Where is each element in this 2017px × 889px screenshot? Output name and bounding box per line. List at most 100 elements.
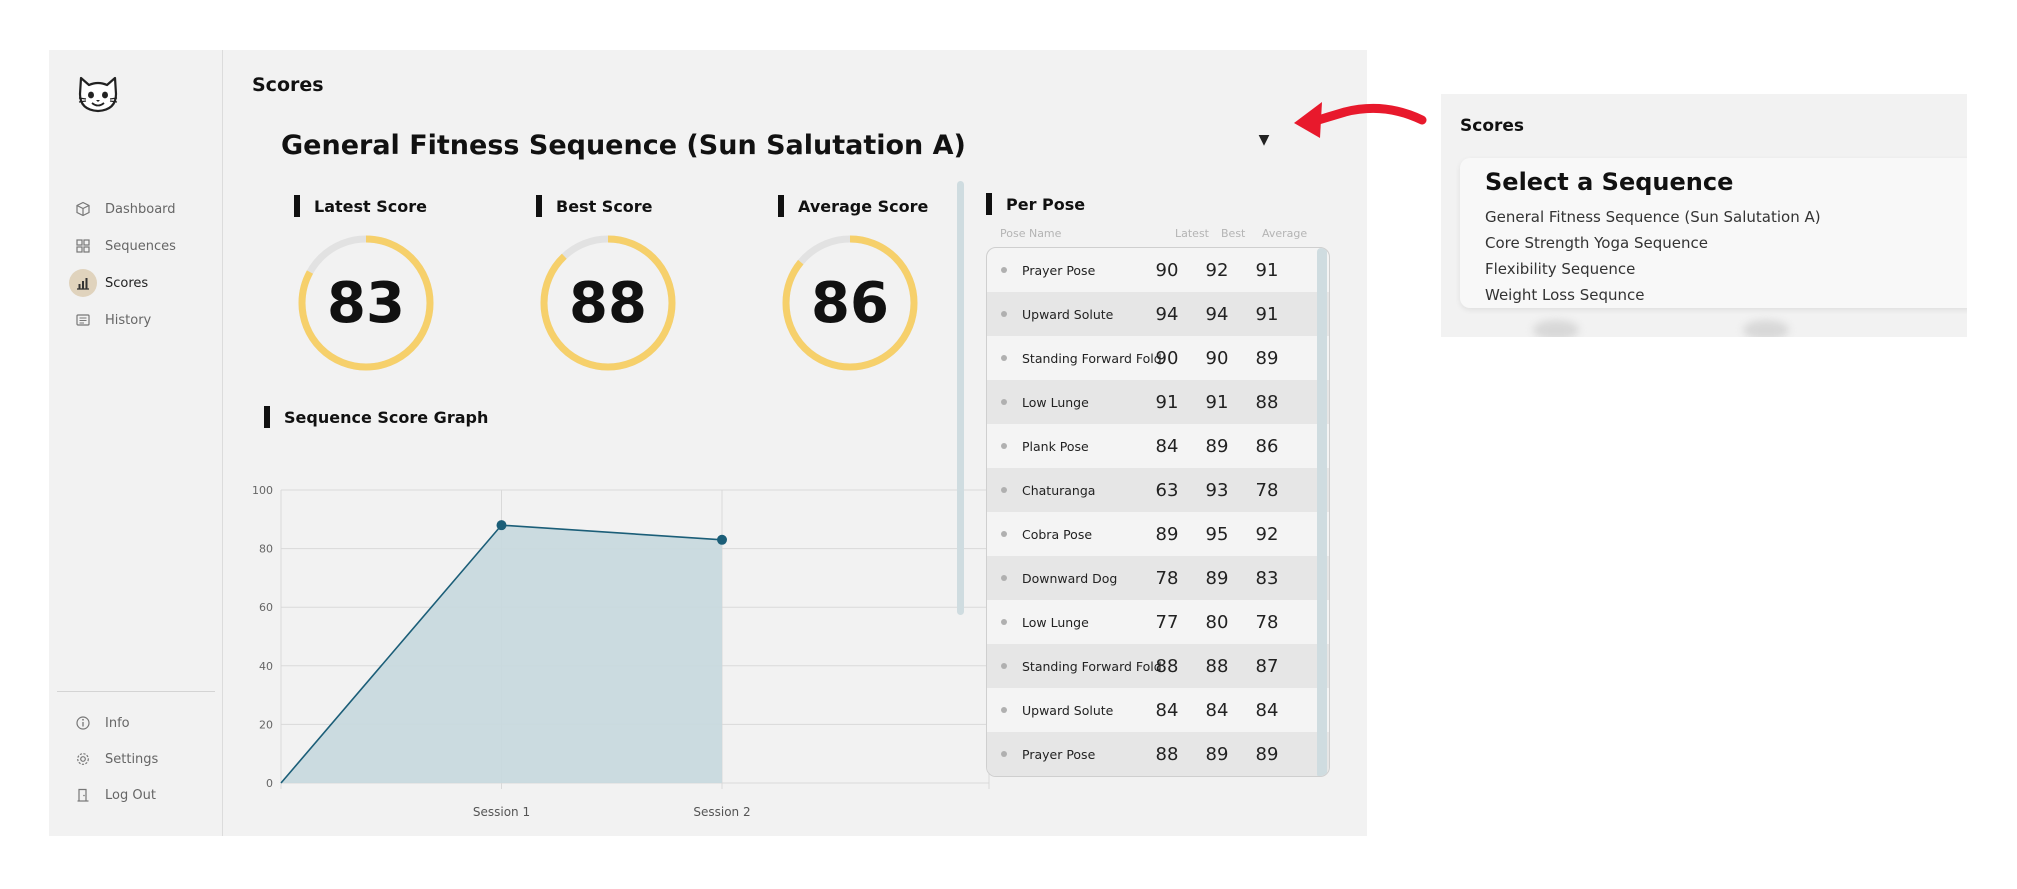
caret-down-icon: ▼: [1258, 132, 1270, 148]
heading-bar: [778, 195, 784, 217]
table-row[interactable]: Standing Forward Fold 88 88 87: [987, 644, 1329, 688]
sequence-dropdown-toggle[interactable]: ▼: [1249, 125, 1279, 155]
heading-bar: [294, 195, 300, 217]
grid-icon: [69, 232, 97, 260]
y-tick-label: 20: [259, 718, 273, 731]
table-row[interactable]: Upward Solute 94 94 91: [987, 292, 1329, 336]
best-score-label: Best Score: [556, 196, 653, 216]
pose-latest-score: 88: [1155, 655, 1179, 677]
bullet-dot-icon: [1001, 267, 1007, 273]
sequence-option[interactable]: Flexibility Sequence: [1485, 260, 1635, 278]
y-tick-label: 100: [252, 484, 273, 497]
bullet-dot-icon: [1001, 619, 1007, 625]
pose-best-score: 84: [1205, 699, 1229, 721]
pose-average-score: 89: [1255, 743, 1279, 765]
pose-name: Standing Forward Fold: [1022, 350, 1162, 366]
sequence-option[interactable]: Weight Loss Sequnce: [1485, 286, 1644, 304]
select-sequence-title: Select a Sequence: [1485, 168, 1734, 196]
table-row[interactable]: Low Lunge 77 80 78: [987, 600, 1329, 644]
app-window: Dashboard Sequences Scores History Info …: [49, 50, 1367, 836]
bullet-dot-icon: [1001, 399, 1007, 405]
sidebar-item-dashboard[interactable]: Dashboard: [69, 195, 219, 223]
pose-best-score: 92: [1205, 259, 1229, 281]
col-header-pose-name: Pose Name: [1000, 227, 1062, 240]
table-row[interactable]: Low Lunge 91 91 88: [987, 380, 1329, 424]
sidebar-item-label: Info: [105, 715, 130, 731]
pose-name: Low Lunge: [1022, 394, 1089, 410]
best-score-heading: Best Score: [536, 195, 653, 217]
pose-best-score: 90: [1205, 347, 1229, 369]
pose-average-score: 83: [1255, 567, 1279, 589]
sidebar: Dashboard Sequences Scores History Info …: [49, 50, 223, 836]
list-icon: [69, 306, 97, 334]
table-row[interactable]: Prayer Pose 90 92 91: [987, 248, 1329, 292]
sidebar-item-logout[interactable]: Log Out: [69, 781, 219, 809]
heading-bar: [264, 406, 270, 428]
table-row[interactable]: Standing Forward Fold 90 90 89: [987, 336, 1329, 380]
table-row[interactable]: Downward Dog 78 89 83: [987, 556, 1329, 600]
table-row[interactable]: Upward Solute 84 84 84: [987, 688, 1329, 732]
cat-logo-icon[interactable]: [75, 70, 121, 116]
table-row[interactable]: Cobra Pose 89 95 92: [987, 512, 1329, 556]
sidebar-item-label: Dashboard: [105, 201, 176, 217]
pose-best-score: 91: [1205, 391, 1229, 413]
table-row[interactable]: Prayer Pose 88 89 89: [987, 732, 1329, 776]
pose-name: Downward Dog: [1022, 570, 1118, 586]
y-tick-label: 0: [266, 777, 273, 790]
pose-name: Cobra Pose: [1022, 526, 1093, 542]
y-tick-label: 80: [259, 543, 273, 556]
pose-latest-score: 63: [1155, 479, 1179, 501]
sidebar-item-info[interactable]: Info: [69, 709, 219, 737]
pose-name: Plank Pose: [1022, 438, 1089, 454]
sequence-option[interactable]: General Fitness Sequence (Sun Salutation…: [1485, 208, 1821, 226]
pose-name: Low Lunge: [1022, 614, 1089, 630]
table-row[interactable]: Chaturanga 63 93 78: [987, 468, 1329, 512]
table-row[interactable]: Plank Pose 84 89 86: [987, 424, 1329, 468]
bullet-dot-icon: [1001, 707, 1007, 713]
pose-latest-score: 90: [1155, 347, 1179, 369]
col-header-latest: Latest: [1175, 227, 1209, 240]
pose-best-score: 95: [1205, 523, 1229, 545]
sequence-score-chart: 0 20 40 60 80 100 Session 1 Session 2: [252, 484, 990, 819]
pose-name: Chaturanga: [1022, 482, 1096, 498]
pose-best-score: 88: [1205, 655, 1229, 677]
data-point: [717, 534, 727, 545]
sidebar-item-scores[interactable]: Scores: [69, 269, 219, 297]
sequence-select-dropdown: Select a Sequence General Fitness Sequen…: [1460, 158, 1967, 308]
bullet-dot-icon: [1001, 663, 1007, 669]
per-pose-scrollbar[interactable]: [1317, 248, 1327, 776]
latest-score-heading: Latest Score: [294, 195, 427, 217]
area-fill: [281, 525, 722, 783]
pose-best-score: 94: [1205, 303, 1229, 325]
bullet-dot-icon: [1001, 355, 1007, 361]
average-score-value: 86: [811, 270, 889, 336]
pose-latest-score: 84: [1155, 699, 1179, 721]
pose-best-score: 89: [1205, 743, 1229, 765]
pose-average-score: 91: [1255, 303, 1279, 325]
sidebar-item-sequences[interactable]: Sequences: [69, 232, 219, 260]
red-arrow-icon: [1294, 102, 1427, 138]
background-blur-shape: [1533, 320, 1579, 337]
sidebar-item-label: Settings: [105, 751, 159, 767]
pose-latest-score: 89: [1155, 523, 1179, 545]
main-scrollbar[interactable]: [957, 181, 964, 615]
heading-bar: [986, 193, 992, 215]
x-tick-label: Session 2: [693, 805, 750, 819]
pose-average-score: 88: [1255, 391, 1279, 413]
pose-best-score: 80: [1205, 611, 1229, 633]
sidebar-item-history[interactable]: History: [69, 306, 219, 334]
sidebar-item-settings[interactable]: Settings: [69, 745, 219, 773]
bullet-dot-icon: [1001, 575, 1007, 581]
background-blur-shape: [1743, 320, 1789, 337]
pose-best-score: 89: [1205, 567, 1229, 589]
gear-icon: [69, 745, 97, 773]
pose-average-score: 91: [1255, 259, 1279, 281]
best-score-ring: 88: [538, 233, 678, 373]
pose-average-score: 89: [1255, 347, 1279, 369]
average-score-ring: 86: [780, 233, 920, 373]
bar-chart-icon: [69, 269, 97, 297]
heading-bar: [536, 195, 542, 217]
sidebar-divider: [57, 691, 215, 692]
y-tick-label: 40: [259, 660, 273, 673]
sequence-option[interactable]: Core Strength Yoga Sequence: [1485, 234, 1708, 252]
